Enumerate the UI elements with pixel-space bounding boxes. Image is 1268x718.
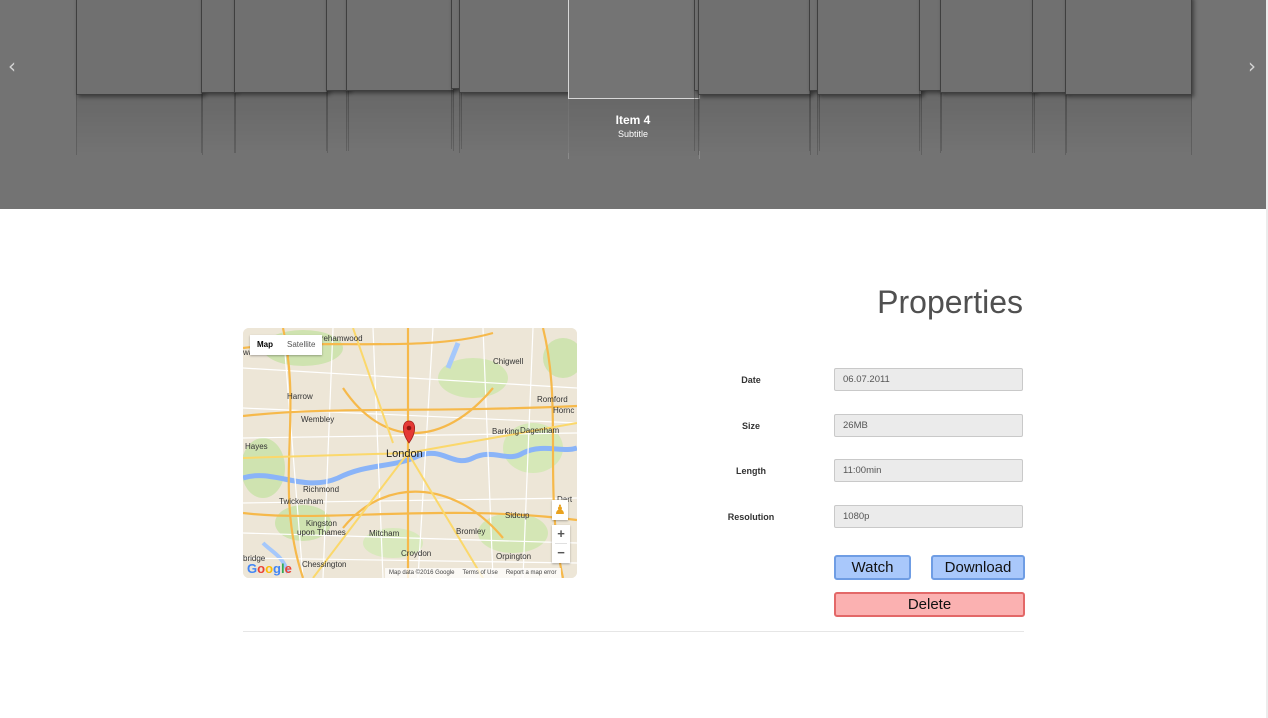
map-label-london: London bbox=[386, 448, 423, 460]
coverflow-item-cover bbox=[459, 0, 569, 93]
coverflow-item-cover bbox=[201, 0, 236, 93]
next-arrow-icon[interactable]: › bbox=[1248, 56, 1256, 76]
map-widget[interactable]: Borehamwood Chigwell Harrow Romford Horn… bbox=[243, 328, 577, 578]
map-label-sidcup: Sidcup bbox=[505, 511, 530, 520]
watch-button[interactable]: Watch bbox=[834, 555, 911, 580]
map-label-chigwell: Chigwell bbox=[493, 357, 524, 366]
property-row-size: Size bbox=[700, 414, 1024, 438]
map-label-mitcham: Mitcham bbox=[369, 529, 400, 538]
coverflow-item-reflection bbox=[919, 91, 942, 151]
date-label: Date bbox=[741, 375, 761, 385]
map-label-richmond: Richmond bbox=[303, 485, 340, 494]
download-button[interactable]: Download bbox=[931, 555, 1025, 580]
previous-arrow-icon[interactable]: ‹ bbox=[8, 56, 16, 76]
map-label-twickenham: Twickenham bbox=[279, 497, 324, 506]
map-footer: Map data ©2016 Google Terms of Use Repor… bbox=[385, 568, 561, 578]
coverflow-item-cover bbox=[1032, 0, 1067, 93]
coverflow-item-cover bbox=[1065, 0, 1192, 95]
coverflow-item-cover bbox=[568, 0, 700, 99]
date-field[interactable] bbox=[834, 368, 1023, 391]
coverflow-item-reflection bbox=[1065, 95, 1192, 155]
coverflow-item-reflection bbox=[817, 95, 922, 155]
coverflow-item-reflection bbox=[1032, 93, 1067, 153]
map-label-chessington: Chessington bbox=[302, 560, 347, 569]
zoom-control: + − bbox=[552, 525, 570, 563]
property-row-length: Length bbox=[700, 459, 1024, 483]
size-field[interactable] bbox=[834, 414, 1023, 437]
coverflow-item-cover bbox=[919, 0, 942, 91]
coverflow-item-cover bbox=[76, 0, 203, 95]
coverflow-item-reflection bbox=[346, 91, 454, 151]
map-type-satellite-button[interactable]: Satellite bbox=[280, 335, 322, 355]
size-label: Size bbox=[741, 421, 760, 431]
map-label-wembley: Wembley bbox=[301, 415, 335, 424]
map-label-barking: Barking bbox=[492, 427, 520, 436]
coverflow-item-cover bbox=[698, 0, 811, 95]
map-label-orpington: Orpington bbox=[496, 552, 532, 561]
map-label-romford: Romford bbox=[537, 395, 568, 404]
delete-button[interactable]: Delete bbox=[834, 592, 1025, 617]
coverflow-item-reflection bbox=[76, 95, 203, 155]
coverflow-banner: ‹ › Item 4 Subtitle bbox=[0, 0, 1266, 209]
coverflow-item-cover bbox=[817, 0, 922, 95]
coverflow-item-cover bbox=[234, 0, 328, 93]
property-row-date: Date bbox=[700, 368, 1024, 392]
zoom-out-button[interactable]: − bbox=[552, 544, 570, 562]
coverflow-item-reflection bbox=[940, 93, 1035, 153]
map-label-hornchurch: Hornc bbox=[553, 406, 575, 415]
map-label-bromley: Bromley bbox=[456, 527, 486, 536]
map-terms-link[interactable]: Terms of Use bbox=[462, 568, 497, 578]
coverflow-active-subtitle: Subtitle bbox=[617, 129, 649, 139]
map-type-control: Map Satellite bbox=[250, 335, 323, 355]
map-report-link[interactable]: Report a map error bbox=[506, 568, 557, 578]
length-field[interactable] bbox=[834, 459, 1023, 482]
property-row-resolution: Resolution bbox=[700, 505, 1024, 529]
properties-title: Properties bbox=[877, 284, 1023, 320]
google-logo[interactable]: Google bbox=[247, 561, 292, 576]
coverflow-item-reflection bbox=[234, 93, 328, 153]
pegman-icon[interactable]: ♟ bbox=[552, 500, 568, 520]
resolution-label: Resolution bbox=[727, 512, 775, 522]
map-label-croydon: Croydon bbox=[401, 549, 432, 558]
coverflow-item-cover bbox=[940, 0, 1035, 93]
resolution-field[interactable] bbox=[834, 505, 1023, 528]
coverflow-item-cover bbox=[346, 0, 454, 91]
length-label: Length bbox=[736, 466, 766, 476]
map-label-harrow: Harrow bbox=[287, 392, 313, 401]
map-type-map-button[interactable]: Map bbox=[250, 335, 280, 355]
map-label-dagenham: Dagenham bbox=[520, 426, 560, 435]
section-divider bbox=[243, 631, 1024, 632]
coverflow-item-reflection bbox=[201, 93, 236, 153]
zoom-in-button[interactable]: + bbox=[552, 525, 570, 543]
map-label-kingston: Kingston upon Thames bbox=[297, 519, 346, 537]
map-data-attribution: Map data ©2016 Google bbox=[389, 570, 455, 576]
map-label-hayes: Hayes bbox=[245, 442, 268, 451]
coverflow-active-title: Item 4 bbox=[615, 113, 651, 127]
